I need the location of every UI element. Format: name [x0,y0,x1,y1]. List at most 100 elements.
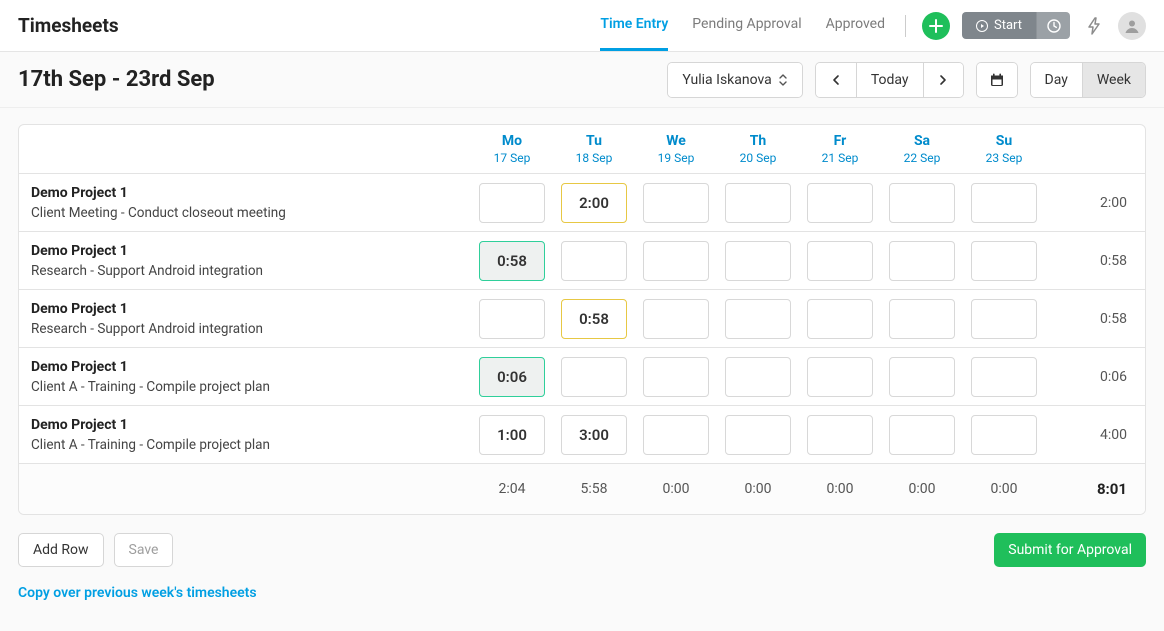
divider [905,15,906,37]
time-input[interactable] [971,241,1037,281]
time-input[interactable] [725,299,791,339]
time-input[interactable] [561,241,627,281]
day-header-mo: Mo17 Sep [471,125,553,173]
day-cell [471,290,553,347]
day-cell [799,290,881,347]
tab-approved[interactable]: Approved [826,0,885,51]
next-period-button[interactable] [923,63,963,97]
time-input[interactable] [889,183,955,223]
tab-time-entry[interactable]: Time Entry [600,0,668,51]
time-input[interactable]: 0:58 [561,299,627,339]
project-name: Demo Project 1 [31,359,459,375]
lightning-icon [1086,17,1102,35]
day-cell [635,290,717,347]
time-input[interactable] [807,415,873,455]
time-input[interactable]: 0:06 [479,357,545,397]
user-icon [1123,17,1141,35]
copy-previous-link[interactable]: Copy over previous week's timesheets [18,585,1146,601]
time-input[interactable] [725,241,791,281]
add-row-button[interactable]: Add Row [18,533,104,567]
row-total: 0:58 [1045,232,1145,289]
calendar-button[interactable] [977,63,1017,97]
day-cell [963,406,1045,463]
time-input[interactable] [971,183,1037,223]
play-icon [976,20,988,32]
time-input[interactable] [643,241,709,281]
timesheet-row: Demo Project 1Research - Support Android… [19,290,1145,348]
day-cell: 0:06 [471,348,553,405]
calendar-button-group [976,62,1018,98]
day-cell [553,348,635,405]
task-name: Client A - Training - Compile project pl… [31,437,459,453]
day-total-fr: 0:00 [799,464,881,514]
time-input[interactable] [725,183,791,223]
today-button[interactable]: Today [856,63,923,97]
time-input[interactable]: 2:00 [561,183,627,223]
user-selector[interactable]: Yulia Iskanova [667,62,802,98]
time-input[interactable] [807,299,873,339]
time-input[interactable]: 0:58 [479,241,545,281]
time-input[interactable]: 1:00 [479,415,545,455]
total-header [1045,125,1145,173]
avatar[interactable] [1118,12,1146,40]
day-cell [963,174,1045,231]
task-name: Research - Support Android integration [31,321,459,337]
add-button[interactable] [922,12,950,40]
grand-total: 8:01 [1045,464,1145,514]
time-input[interactable] [807,241,873,281]
time-input[interactable] [889,241,955,281]
day-header-sa: Sa22 Sep [881,125,963,173]
start-timer-button[interactable]: Start [962,12,1036,39]
time-input[interactable] [643,415,709,455]
timesheet-row: Demo Project 1Research - Support Android… [19,232,1145,290]
row-total: 0:06 [1045,348,1145,405]
timesheet-grid: Mo17 Sep Tu18 Sep We19 Sep Th20 Sep Fr21… [18,124,1146,515]
time-input[interactable] [725,357,791,397]
time-input[interactable] [889,415,955,455]
time-input[interactable] [889,299,955,339]
day-header-tu: Tu18 Sep [553,125,635,173]
task-name: Client A - Training - Compile project pl… [31,379,459,395]
save-button[interactable]: Save [114,533,174,567]
time-input[interactable] [971,415,1037,455]
time-input[interactable] [561,357,627,397]
day-cell [881,348,963,405]
day-total-mo: 2:04 [471,464,553,514]
day-cell [963,232,1045,289]
day-view-button[interactable]: Day [1031,63,1082,97]
tab-pending-approval[interactable]: Pending Approval [692,0,801,51]
submit-approval-button[interactable]: Submit for Approval [994,533,1146,567]
day-cell: 3:00 [553,406,635,463]
time-input[interactable] [807,357,873,397]
time-input[interactable]: 3:00 [561,415,627,455]
prev-period-button[interactable] [816,63,856,97]
time-input[interactable] [479,183,545,223]
time-input[interactable] [643,299,709,339]
row-total: 0:58 [1045,290,1145,347]
task-cell[interactable]: Demo Project 1Client A - Training - Comp… [19,406,471,463]
timer-mode-button[interactable] [1036,12,1070,39]
time-input[interactable] [643,183,709,223]
time-input[interactable] [889,357,955,397]
time-input[interactable] [971,357,1037,397]
time-input[interactable] [643,357,709,397]
row-total: 4:00 [1045,406,1145,463]
task-cell[interactable]: Demo Project 1Research - Support Android… [19,232,471,289]
day-cell [881,290,963,347]
day-header-fr: Fr21 Sep [799,125,881,173]
time-input[interactable] [807,183,873,223]
start-timer-group: Start [962,12,1070,39]
task-cell[interactable]: Demo Project 1Client Meeting - Conduct c… [19,174,471,231]
task-cell[interactable]: Demo Project 1Research - Support Android… [19,290,471,347]
day-cell: 2:00 [553,174,635,231]
day-total-sa: 0:00 [881,464,963,514]
week-view-button[interactable]: Week [1082,63,1145,97]
timesheet-area: Mo17 Sep Tu18 Sep We19 Sep Th20 Sep Fr21… [0,108,1164,631]
time-input[interactable] [971,299,1037,339]
task-cell[interactable]: Demo Project 1 Client A - Training - Comp… [19,348,471,405]
day-cell: 0:58 [553,290,635,347]
time-input[interactable] [725,415,791,455]
lightning-button[interactable] [1082,14,1106,38]
time-input[interactable] [479,299,545,339]
day-cell [635,348,717,405]
